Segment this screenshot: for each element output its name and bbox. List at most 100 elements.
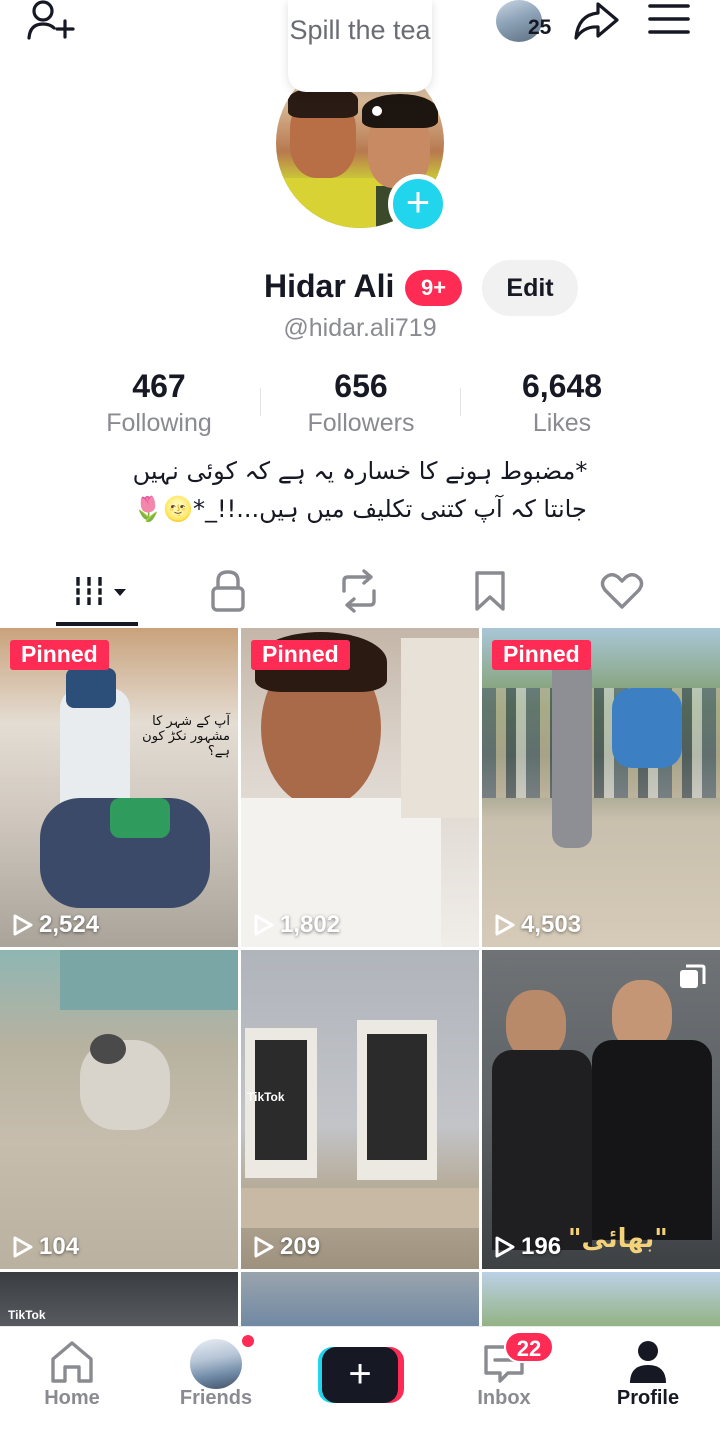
following-stat[interactable]: 467 Following: [59, 366, 259, 440]
thumb-shape: [241, 1188, 479, 1228]
tab-videos[interactable]: [30, 560, 174, 622]
story-count: 25: [528, 16, 552, 39]
video-caption: "بھائی": [568, 1224, 668, 1254]
view-count-text: 1,802: [280, 911, 341, 938]
thumb-shape: [90, 1034, 126, 1064]
create-button[interactable]: +: [318, 1347, 404, 1403]
view-count: 196: [494, 1233, 561, 1261]
edit-profile-button[interactable]: Edit: [482, 260, 578, 316]
pinned-badge: Pinned: [251, 640, 350, 670]
view-count: 104: [12, 1233, 79, 1261]
play-icon: [495, 1236, 515, 1258]
lock-icon: [211, 570, 245, 612]
note-bubble-tail: [372, 106, 382, 116]
inbox-badge: 22: [504, 1331, 554, 1363]
plus-icon: +: [322, 1347, 398, 1403]
pinned-badge: Pinned: [10, 640, 109, 670]
play-icon: [254, 914, 274, 936]
likes-label: Likes: [532, 409, 592, 437]
handle-text: @hidar.ali719: [283, 314, 437, 342]
profile-handle: @hidar.ali719: [0, 314, 720, 343]
likes-count: 6,648: [521, 368, 603, 404]
video-tile[interactable]: Pinned 1,802: [241, 628, 479, 947]
thumb-shape: [367, 1034, 427, 1160]
video-tile[interactable]: [482, 1272, 720, 1328]
tiktok-watermark: TikTok: [247, 1090, 285, 1104]
nav-friends[interactable]: Friends: [144, 1327, 288, 1436]
friends-avatar: [190, 1339, 242, 1389]
note-bubble[interactable]: Spill the tea: [288, 0, 432, 92]
bottom-nav: Home Friends + Inbox 22 Profile: [0, 1326, 720, 1436]
notification-badge[interactable]: 9+: [405, 270, 462, 306]
tab-favorites[interactable]: [418, 560, 562, 622]
view-count: 2,524: [12, 911, 99, 939]
likes-stat[interactable]: 6,648 Likes: [462, 366, 662, 440]
video-tile[interactable]: آپ کے شہر کا مشہور نکڑ کون ہے؟ Pinned 2,…: [0, 628, 238, 947]
video-tile[interactable]: Pinned 4,503: [482, 628, 720, 947]
home-icon: [51, 1341, 93, 1383]
following-label: Following: [106, 409, 212, 437]
following-count: 467: [132, 368, 186, 404]
nav-home-label: Home: [44, 1387, 100, 1409]
add-story-plus-icon[interactable]: +: [388, 174, 448, 234]
profile-name: Hidar Ali: [264, 268, 395, 304]
pinned-badge: Pinned: [492, 640, 591, 670]
profile-stats: 467 Following 656 Followers 6,648 Likes: [0, 366, 720, 446]
tab-private[interactable]: [156, 560, 300, 622]
video-grid: آپ کے شہر کا مشہور نکڑ کون ہے؟ Pinned 2,…: [0, 628, 720, 1328]
add-friend-icon[interactable]: [26, 0, 76, 44]
view-count-text: 4,503: [521, 911, 582, 938]
followers-label: Followers: [307, 409, 415, 437]
thumb-shape: [482, 688, 720, 798]
bookmark-icon: [475, 571, 505, 611]
thumb-shape: [612, 688, 682, 768]
thumb-shape: [492, 1050, 592, 1250]
repost-icon: [342, 569, 376, 613]
play-icon: [13, 1236, 33, 1258]
thumb-shape: [401, 638, 479, 818]
video-tile[interactable]: TikTok: [0, 1272, 238, 1328]
video-tile[interactable]: "بھائی" 196: [482, 950, 720, 1269]
followers-count: 656: [334, 368, 388, 404]
video-tile[interactable]: TikTok 209: [241, 950, 479, 1269]
followers-stat[interactable]: 656 Followers: [261, 366, 461, 440]
video-caption: آپ کے شہر کا مشہور نکڑ کون ہے؟: [142, 714, 230, 759]
view-count: 4,503: [494, 911, 581, 939]
nav-inbox-label: Inbox: [477, 1387, 531, 1409]
friends-notification-dot: [240, 1333, 256, 1349]
thumb-shape: [110, 798, 170, 838]
thumb-shape: [592, 1040, 712, 1240]
view-count-text: 209: [280, 1233, 321, 1260]
nav-profile-label: Profile: [616, 1387, 680, 1409]
thumb-shape: [66, 668, 116, 708]
profile-bio: *مضبوط ہونے کا خسارہ یہ ہے کہ کوئی نہیں …: [40, 452, 680, 528]
profile-icon: [630, 1341, 666, 1383]
video-tile[interactable]: 104: [0, 950, 238, 1269]
thumb-shape: [60, 950, 238, 1010]
stat-divider: [460, 388, 461, 416]
play-icon: [495, 914, 515, 936]
videos-grid-icon: [74, 577, 126, 605]
tiktok-watermark: TikTok: [8, 1308, 46, 1322]
view-count-text: 2,524: [39, 911, 100, 938]
view-count: 209: [253, 1233, 320, 1261]
video-tile[interactable]: [241, 1272, 479, 1328]
thumb-shape: [552, 658, 592, 848]
menu-icon[interactable]: [648, 2, 690, 36]
multi-photo-icon: [680, 964, 706, 988]
bio-line: *مضبوط ہونے کا خسارہ یہ ہے کہ کوئی نہیں: [132, 457, 588, 485]
nav-home[interactable]: Home: [0, 1327, 144, 1436]
play-icon: [254, 1236, 274, 1258]
share-icon[interactable]: [572, 0, 620, 42]
nav-friends-label: Friends: [179, 1387, 253, 1409]
tab-reposts[interactable]: [287, 560, 431, 622]
photo-shape: [288, 88, 358, 118]
nav-profile[interactable]: Profile: [576, 1327, 720, 1436]
view-count-text: 104: [39, 1233, 80, 1260]
content-tabs: [0, 560, 720, 628]
play-icon: [13, 914, 33, 936]
view-count-text: 196: [521, 1233, 562, 1260]
tab-liked[interactable]: [550, 560, 694, 622]
active-tab-indicator: [56, 622, 138, 626]
bio-line: جانتا کہ آپ کتنی تکلیف میں ہیں...!!_*🌝🌷: [133, 495, 587, 523]
